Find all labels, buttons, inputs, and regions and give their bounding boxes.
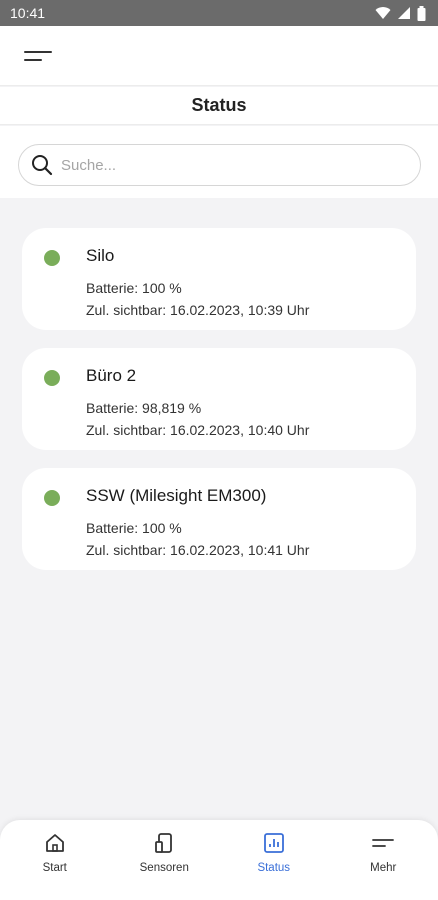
sensor-icon	[151, 830, 177, 856]
nav-label: Sensoren	[139, 862, 189, 874]
nav-item-mehr[interactable]: Mehr	[329, 820, 438, 900]
page-title: Status	[191, 95, 247, 115]
search-area	[0, 126, 438, 198]
nav-label: Status	[257, 862, 291, 874]
sensor-card[interactable]: SSW (Milesight EM300) Batterie: 100 % Zu…	[22, 468, 416, 570]
nav-item-sensoren[interactable]: Sensoren	[110, 820, 220, 900]
nav-label: Mehr	[370, 862, 397, 874]
nav-item-status[interactable]: Status	[219, 820, 329, 900]
sensor-status-list: Silo Batterie: 100 % Zul. sichtbar: 16.0…	[0, 198, 438, 820]
bottom-navigation: Start Sensoren Status Mehr	[0, 820, 438, 900]
menu-icon	[24, 51, 52, 53]
system-status-bar: 10:41	[0, 0, 438, 26]
sensor-card[interactable]: Büro 2 Batterie: 98,819 % Zul. sichtbar:…	[22, 348, 416, 450]
status-dot-icon	[44, 250, 60, 266]
status-dot-icon	[44, 490, 60, 506]
last-seen: Zul. sichtbar: 16.02.2023, 10:40 Uhr	[86, 422, 310, 438]
wifi-icon	[375, 7, 391, 20]
battery-icon	[417, 5, 426, 21]
app-bar	[0, 26, 438, 86]
home-icon	[42, 830, 68, 856]
system-icons	[375, 5, 426, 21]
sensor-name: Büro 2	[86, 366, 137, 385]
more-icon	[370, 830, 396, 856]
sensor-name: Silo	[86, 246, 115, 265]
menu-button[interactable]	[24, 42, 58, 70]
battery-level: Batterie: 100 %	[86, 520, 182, 536]
menu-icon-line	[24, 59, 42, 61]
bar-chart-icon	[261, 830, 287, 856]
search-input[interactable]	[61, 156, 381, 174]
nav-item-start[interactable]: Start	[0, 820, 110, 900]
search-icon	[32, 155, 53, 176]
last-seen: Zul. sichtbar: 16.02.2023, 10:41 Uhr	[86, 542, 310, 558]
status-dot-icon	[44, 370, 60, 386]
signal-icon	[398, 7, 410, 19]
clock: 10:41	[10, 5, 46, 21]
sensor-card[interactable]: Silo Batterie: 100 % Zul. sichtbar: 16.0…	[22, 228, 416, 330]
nav-label: Start	[42, 862, 67, 874]
battery-level: Batterie: 98,819 %	[86, 400, 202, 416]
sensor-name: SSW (Milesight EM300)	[86, 486, 267, 505]
title-bar: Status	[0, 87, 438, 125]
last-seen: Zul. sichtbar: 16.02.2023, 10:39 Uhr	[86, 302, 310, 318]
battery-level: Batterie: 100 %	[86, 280, 182, 296]
search-box[interactable]	[18, 144, 421, 186]
